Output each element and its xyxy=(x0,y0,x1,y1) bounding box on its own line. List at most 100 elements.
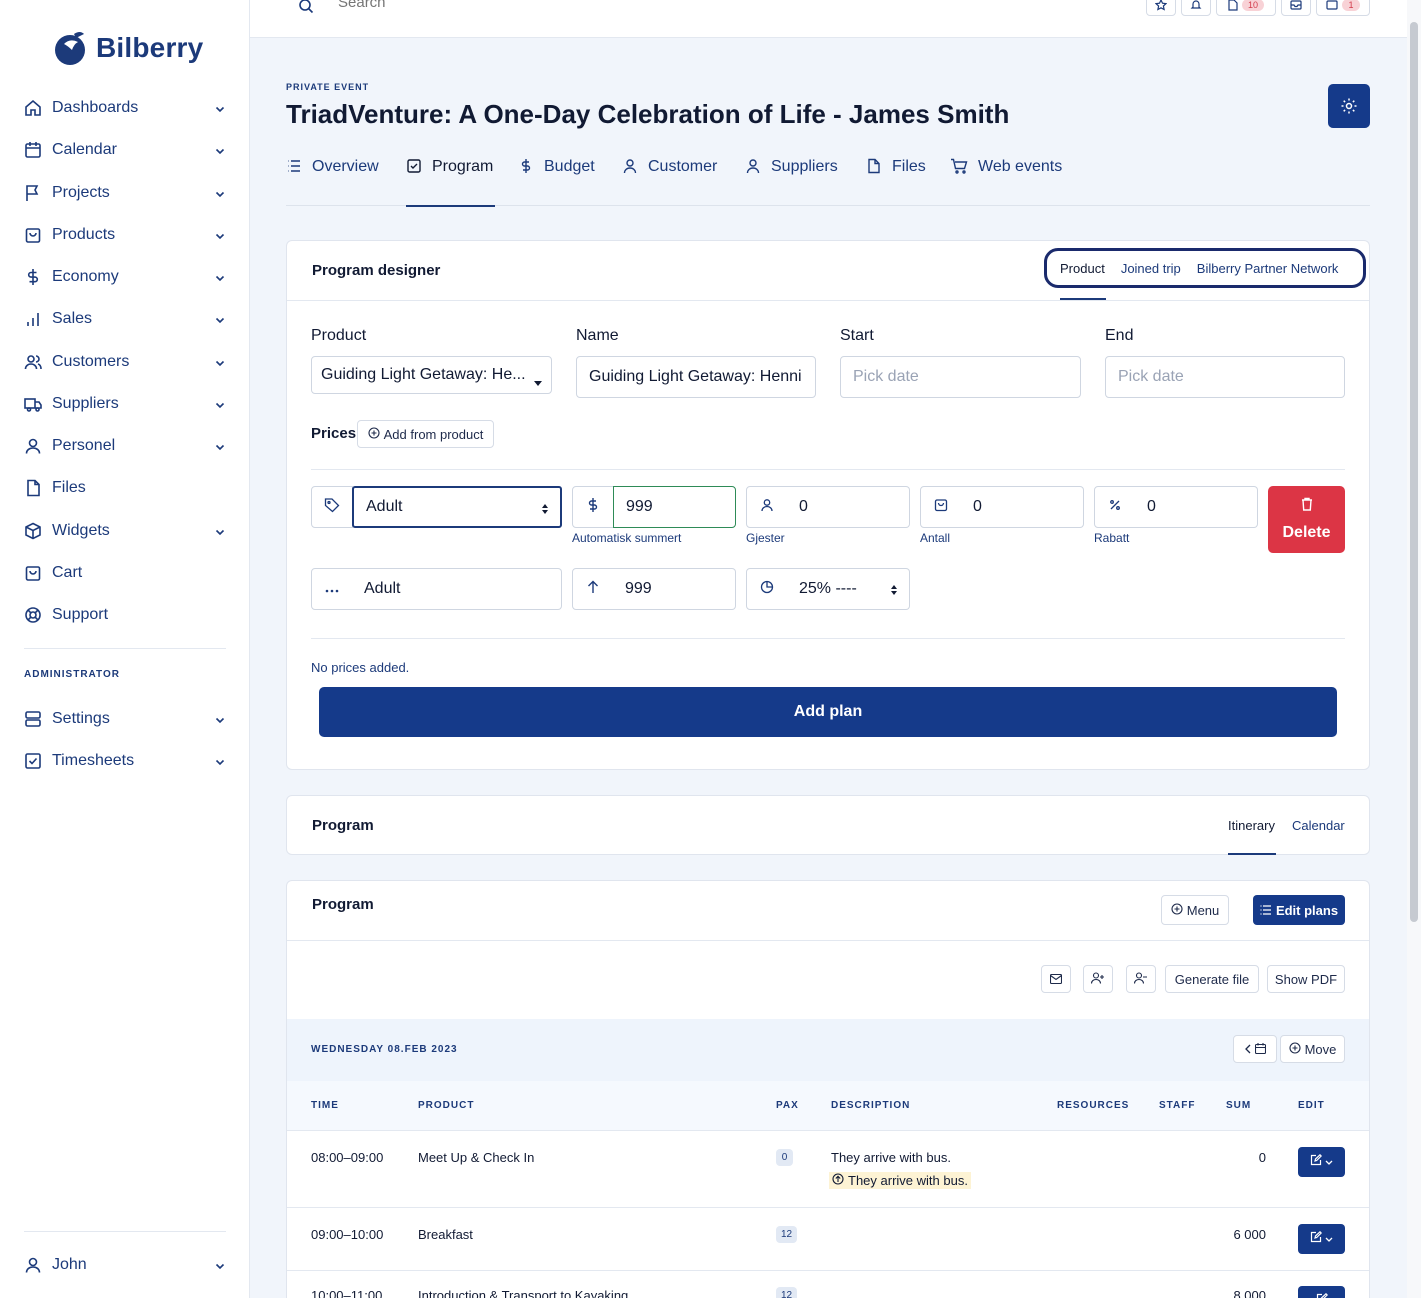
tab-program[interactable]: Program xyxy=(406,154,495,207)
delete-price-button[interactable]: Delete xyxy=(1268,486,1345,553)
cost-input[interactable]: 999 xyxy=(613,568,736,610)
sidebar-item-settings[interactable]: Settings xyxy=(24,704,226,734)
sidebar-item-dashboards[interactable]: Dashboards xyxy=(24,93,226,123)
column-header-pax: PAX xyxy=(776,1100,799,1111)
list-icon xyxy=(1260,903,1271,918)
sidebar-item-suppliers[interactable]: Suppliers xyxy=(24,389,226,419)
edit-plans-button[interactable]: Edit plans xyxy=(1253,895,1345,925)
more-addon xyxy=(311,568,353,610)
user-menu[interactable]: John xyxy=(24,1250,226,1280)
user-name: John xyxy=(52,1256,87,1273)
move-day-button[interactable]: Move xyxy=(1280,1035,1345,1063)
start-date-input[interactable]: Pick date xyxy=(840,356,1081,398)
bell-icon xyxy=(1190,0,1202,9)
quantity-input[interactable]: 0 xyxy=(961,486,1084,528)
pax-badge: 0 xyxy=(776,1149,793,1166)
sidebar-item-customers[interactable]: Customers xyxy=(24,347,226,377)
row-product: Breakfast xyxy=(418,1227,473,1242)
price-amount-input[interactable]: 999 xyxy=(613,486,736,528)
mail-icon xyxy=(1049,972,1063,987)
tab-customer[interactable]: Customer xyxy=(622,154,717,206)
event-settings-button[interactable] xyxy=(1328,84,1370,128)
price-name-value: Adult xyxy=(364,580,401,597)
favorites-button[interactable] xyxy=(1146,0,1176,16)
guests-addon xyxy=(746,486,788,528)
generate-file-button[interactable]: Generate file xyxy=(1165,965,1259,993)
discount-input[interactable]: 0 xyxy=(1135,486,1258,528)
end-date-input[interactable]: Pick date xyxy=(1105,356,1345,398)
sidebar-item-economy[interactable]: Economy xyxy=(24,262,226,292)
tag-icon xyxy=(324,497,340,518)
chevron-down-icon xyxy=(214,313,226,325)
row-divider xyxy=(287,1270,1369,1271)
vat-select[interactable]: 25% ---- xyxy=(787,568,910,610)
sidebar-item-sales[interactable]: Sales xyxy=(24,304,226,334)
sidebar-item-cart[interactable]: Cart xyxy=(24,558,226,588)
tab-label: Files xyxy=(892,158,926,175)
edit-icon xyxy=(1316,1292,1328,1298)
cart-icon xyxy=(950,158,968,179)
add-plan-button[interactable]: Add plan xyxy=(319,687,1337,737)
show-pdf-button[interactable]: Show PDF xyxy=(1267,965,1345,993)
guests-input[interactable]: 0 xyxy=(787,486,910,528)
sidebar-item-files[interactable]: Files xyxy=(24,473,226,503)
chevron-down-icon xyxy=(214,356,226,368)
sidebar-item-widgets[interactable]: Widgets xyxy=(24,516,226,546)
bag-icon xyxy=(24,226,42,244)
sidebar-item-timesheets[interactable]: Timesheets xyxy=(24,746,226,776)
tab-web-events[interactable]: Web events xyxy=(950,154,1062,206)
tab-budget[interactable]: Budget xyxy=(518,154,595,206)
page-scrollbar[interactable] xyxy=(1407,0,1421,1298)
scrollbar-thumb[interactable] xyxy=(1410,22,1418,922)
tab-suppliers[interactable]: Suppliers xyxy=(745,154,838,206)
row-edit-button[interactable] xyxy=(1298,1286,1345,1298)
price-name-input[interactable]: Adult xyxy=(352,568,562,610)
sidebar-item-products[interactable]: Products xyxy=(24,220,226,250)
tab-files[interactable]: Files xyxy=(866,154,926,206)
email-button[interactable] xyxy=(1041,965,1071,993)
notifications-button[interactable] xyxy=(1181,0,1211,16)
sidebar-item-label: Timesheets xyxy=(52,752,135,769)
delete-label: Delete xyxy=(1282,524,1331,541)
segment-joined-trip[interactable]: Joined trip xyxy=(1121,261,1181,276)
segment-product[interactable]: Product xyxy=(1060,261,1105,276)
add-person-button[interactable] xyxy=(1083,965,1113,993)
brand-logo[interactable]: Bilberry xyxy=(54,30,203,66)
row-edit-button[interactable] xyxy=(1298,1224,1345,1254)
tab-label: Program xyxy=(432,158,494,175)
sidebar-item-label: Economy xyxy=(52,268,119,285)
day-calendar-nav[interactable] xyxy=(1233,1035,1277,1063)
price-type-select[interactable]: Adult xyxy=(352,486,562,528)
segment-partner-network[interactable]: Bilberry Partner Network xyxy=(1197,261,1339,276)
inbox-button[interactable] xyxy=(1281,0,1311,16)
file-icon xyxy=(24,479,42,497)
search-input[interactable] xyxy=(338,0,638,11)
list-icon xyxy=(286,158,302,179)
remove-person-button[interactable] xyxy=(1126,965,1156,993)
gear-icon xyxy=(1341,98,1357,114)
add-from-product-button[interactable]: Add from product xyxy=(357,420,494,448)
name-input[interactable]: Guiding Light Getaway: Henni xyxy=(576,356,816,398)
tab-itinerary[interactable]: Itinerary xyxy=(1228,818,1275,833)
tab-overview[interactable]: Overview xyxy=(286,154,379,206)
sidebar-item-projects[interactable]: Projects xyxy=(24,178,226,208)
event-type-label: PRIVATE EVENT xyxy=(286,82,370,92)
discount-value: 0 xyxy=(1147,498,1156,515)
cost-addon xyxy=(572,568,614,610)
price-amount-value: 999 xyxy=(626,498,653,515)
tasks-button[interactable]: 1 xyxy=(1316,0,1370,16)
tab-calendar[interactable]: Calendar xyxy=(1292,818,1345,833)
sidebar-item-label: Settings xyxy=(52,710,110,727)
product-select[interactable]: Guiding Light Getaway: He... xyxy=(311,356,552,394)
sidebar-item-personel[interactable]: Personel xyxy=(24,431,226,461)
menu-label: Menu xyxy=(1186,902,1220,918)
plus-circle-icon xyxy=(1289,1041,1301,1057)
files-button[interactable]: 10 xyxy=(1216,0,1276,16)
sidebar-item-calendar[interactable]: Calendar xyxy=(24,135,226,165)
chevron-down-icon xyxy=(214,271,226,283)
sidebar-item-support[interactable]: Support xyxy=(24,600,226,630)
menu-button[interactable]: Menu xyxy=(1161,895,1229,925)
chevron-down-icon xyxy=(214,144,226,156)
row-edit-button[interactable] xyxy=(1298,1147,1345,1177)
name-label: Name xyxy=(576,327,619,344)
